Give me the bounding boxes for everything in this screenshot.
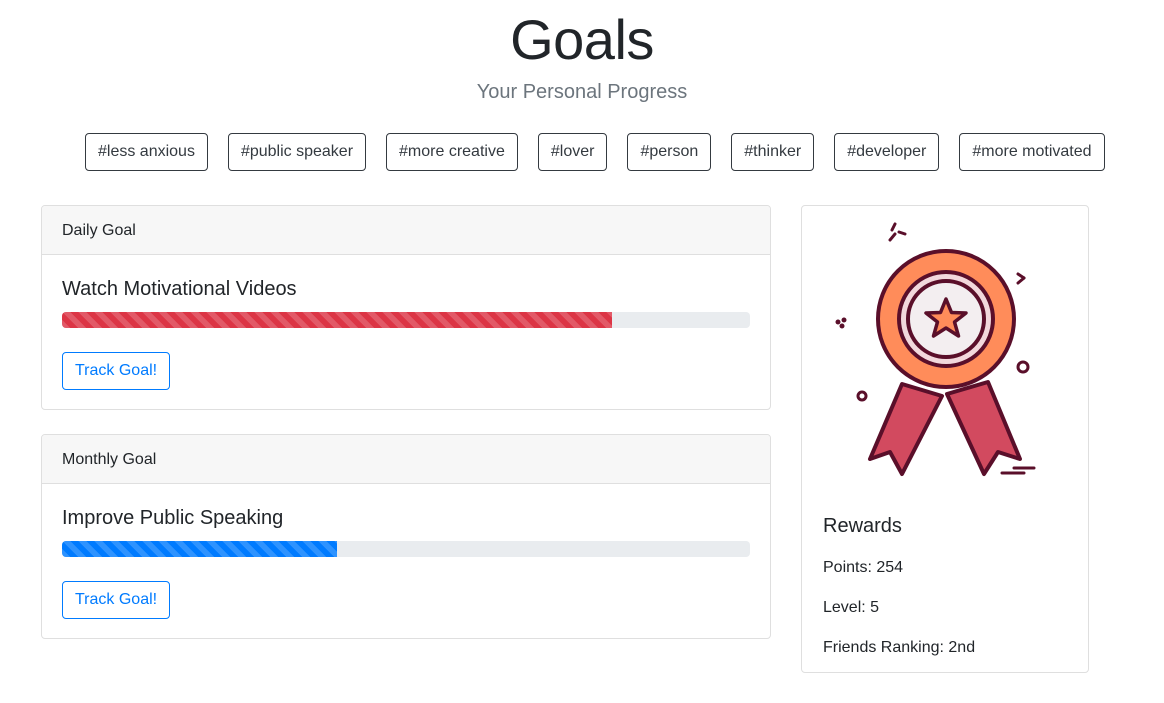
monthly-goal-body: Improve Public Speaking Track Goal! (42, 484, 770, 638)
page-title: Goals (510, 8, 654, 71)
award-ribbon-medal-icon (802, 206, 1088, 496)
daily-goal-header: Daily Goal (42, 206, 770, 255)
rewards-level: Level: 5 (823, 599, 880, 616)
daily-goal-progress-bar (62, 312, 613, 328)
monthly-goal-progress (62, 541, 750, 557)
monthly-goal-progress-bar (62, 541, 338, 557)
tag-more-creative[interactable]: #more creative (386, 133, 518, 171)
monthly-track-goal-button[interactable]: Track Goal! (62, 581, 171, 619)
monthly-goal-card: Monthly Goal Improve Public Speaking Tra… (41, 434, 771, 639)
monthly-goal-title: Improve Public Speaking (62, 507, 284, 529)
tag-more-motivated[interactable]: #more motivated (959, 133, 1105, 171)
page-subtitle: Your Personal Progress (476, 81, 688, 103)
daily-goal-body: Watch Motivational Videos Track Goal! (42, 255, 770, 409)
monthly-goal-header: Monthly Goal (42, 435, 770, 484)
rewards-ranking: Friends Ranking: 2nd (823, 639, 976, 656)
tag-less-anxious[interactable]: #less anxious (85, 133, 208, 171)
goals-page: Goals Your Personal Progress #less anxio… (0, 0, 1164, 703)
rewards-title: Rewards (823, 515, 902, 537)
tag-list: #less anxious #public speaker #more crea… (85, 133, 1105, 171)
daily-track-goal-button[interactable]: Track Goal! (62, 352, 171, 390)
rewards-card: Rewards Points: 254 Level: 5 Friends Ran… (801, 205, 1089, 673)
rewards-body: Rewards Points: 254 Level: 5 Friends Ran… (823, 514, 975, 658)
daily-goal-progress (62, 312, 750, 328)
rewards-points: Points: 254 (823, 559, 904, 576)
tag-thinker[interactable]: #thinker (731, 133, 815, 171)
tag-public-speaker[interactable]: #public speaker (227, 133, 367, 171)
tag-person[interactable]: #person (627, 133, 712, 171)
daily-goal-card: Daily Goal Watch Motivational Videos Tra… (41, 205, 771, 410)
tag-lover[interactable]: #lover (537, 133, 608, 171)
daily-goal-title: Watch Motivational Videos (62, 278, 297, 300)
page-header: Goals Your Personal Progress (0, 8, 1164, 104)
tag-developer[interactable]: #developer (834, 133, 940, 171)
